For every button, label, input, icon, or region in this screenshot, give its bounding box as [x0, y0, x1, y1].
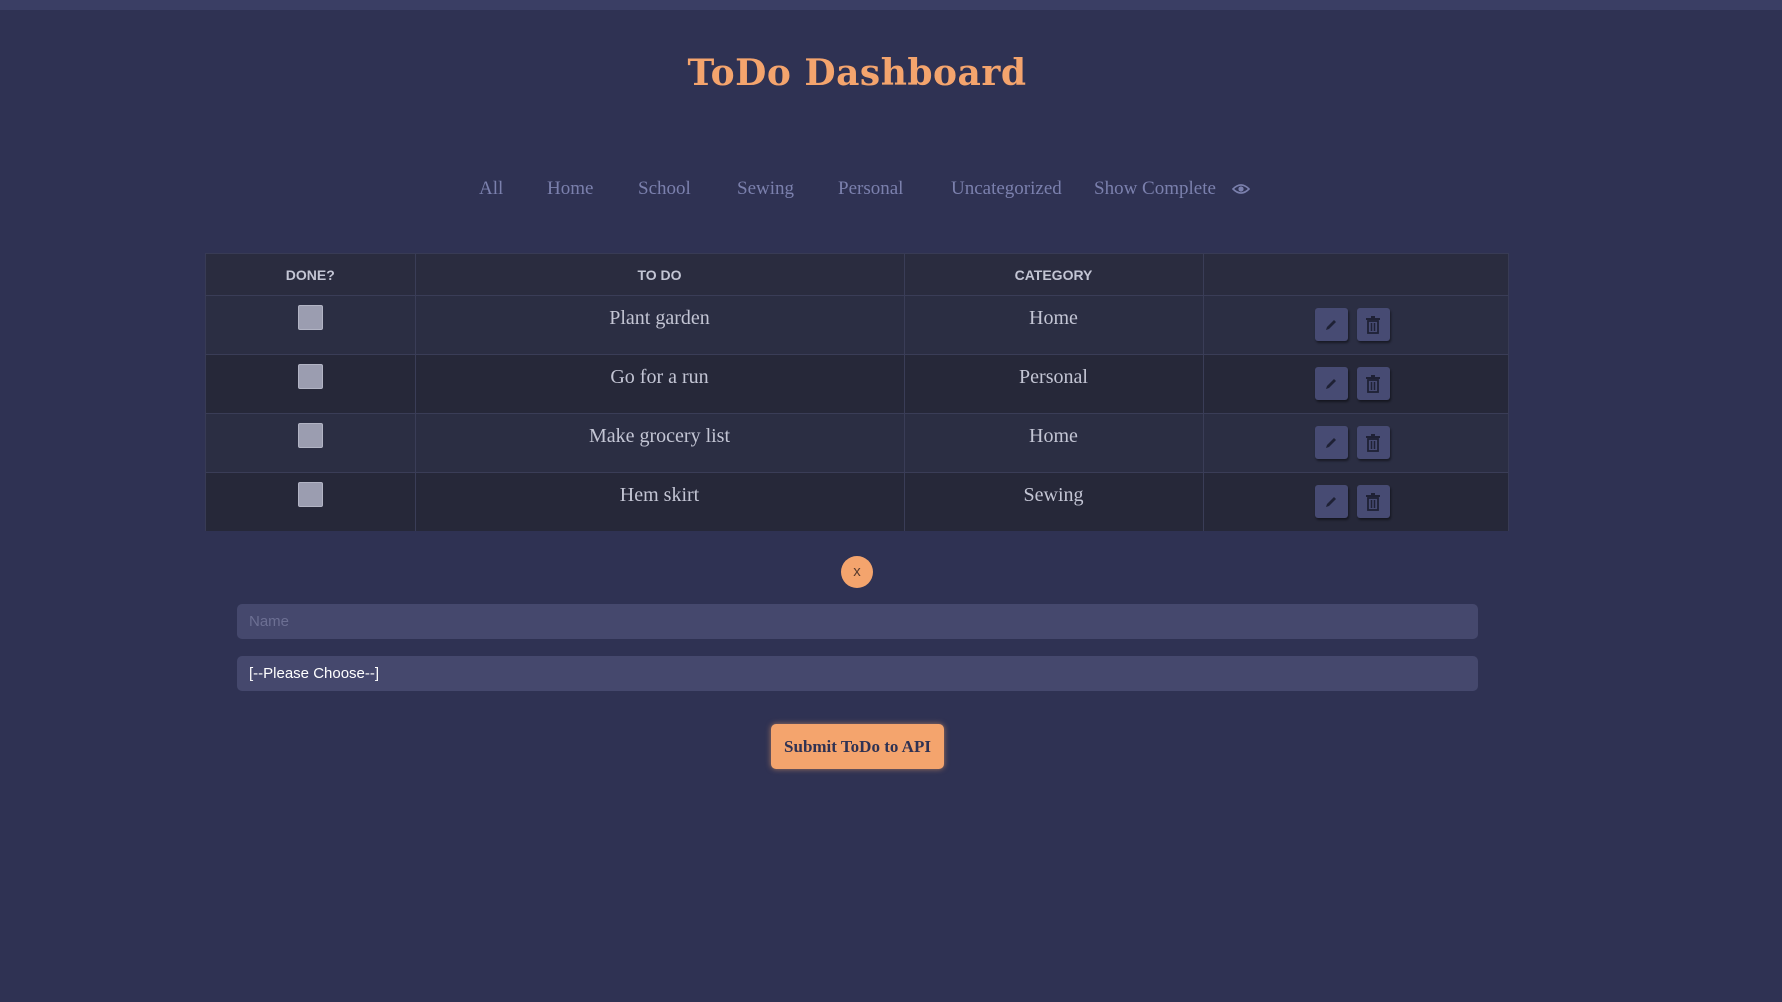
pencil-icon: [1326, 437, 1336, 448]
close-form-button[interactable]: x: [841, 556, 873, 588]
delete-button[interactable]: [1356, 426, 1390, 459]
table-row: Hem skirt Sewing: [206, 472, 1508, 531]
table-header-row: DONE? TO DO CATEGORY: [206, 254, 1508, 296]
column-header-todo: TO DO: [415, 254, 905, 296]
todo-table: DONE? TO DO CATEGORY Plant garden Home G…: [205, 253, 1509, 531]
filter-personal[interactable]: Personal: [838, 178, 903, 200]
category-text: Home: [1029, 425, 1078, 447]
trash-icon: [1366, 492, 1380, 511]
delete-button[interactable]: [1356, 367, 1390, 400]
category-text: Home: [1029, 307, 1078, 329]
submit-todo-button[interactable]: Submit ToDo to API: [771, 724, 944, 769]
pencil-icon: [1326, 378, 1336, 389]
category-text: Sewing: [1023, 484, 1084, 506]
trash-icon: [1366, 374, 1380, 393]
filter-sewing[interactable]: Sewing: [737, 178, 794, 200]
category-text: Personal: [1019, 366, 1088, 388]
delete-button[interactable]: [1356, 308, 1390, 341]
edit-button[interactable]: [1314, 426, 1348, 459]
table-row: Go for a run Personal: [206, 354, 1508, 414]
category-select[interactable]: [--Please Choose--]: [237, 656, 1478, 691]
todo-text: Plant garden: [609, 307, 710, 329]
done-checkbox[interactable]: [297, 423, 323, 448]
page-title: ToDo Dashboard: [687, 52, 1027, 94]
column-header-category: CATEGORY: [904, 254, 1204, 296]
todo-text: Go for a run: [610, 366, 709, 388]
todo-text: Hem skirt: [619, 484, 700, 506]
table-row: Plant garden Home: [206, 295, 1508, 355]
column-header-done: DONE?: [206, 254, 416, 296]
trash-icon: [1366, 315, 1380, 334]
edit-button[interactable]: [1314, 485, 1348, 518]
filter-uncategorized[interactable]: Uncategorized: [951, 178, 1062, 200]
filter-school[interactable]: School: [638, 178, 691, 200]
delete-button[interactable]: [1356, 485, 1390, 518]
column-header-actions: [1203, 254, 1508, 296]
trash-icon: [1366, 433, 1380, 452]
todo-text: Make grocery list: [588, 425, 731, 447]
name-input[interactable]: Name: [237, 604, 1478, 639]
table-row: Make grocery list Home: [206, 413, 1508, 473]
filter-home[interactable]: Home: [547, 178, 593, 200]
pencil-icon: [1326, 319, 1336, 330]
show-complete-toggle[interactable]: Show Complete: [1094, 178, 1216, 200]
done-checkbox[interactable]: [297, 482, 323, 507]
eye-icon[interactable]: [1232, 182, 1250, 196]
edit-button[interactable]: [1314, 308, 1348, 341]
done-checkbox[interactable]: [297, 305, 323, 330]
edit-button[interactable]: [1314, 367, 1348, 400]
filter-nav: All Home School Sewing Personal Uncatego…: [0, 178, 1782, 206]
top-bar: [0, 0, 1782, 10]
filter-all[interactable]: All: [479, 178, 503, 200]
pencil-icon: [1326, 496, 1336, 507]
done-checkbox[interactable]: [297, 364, 323, 389]
